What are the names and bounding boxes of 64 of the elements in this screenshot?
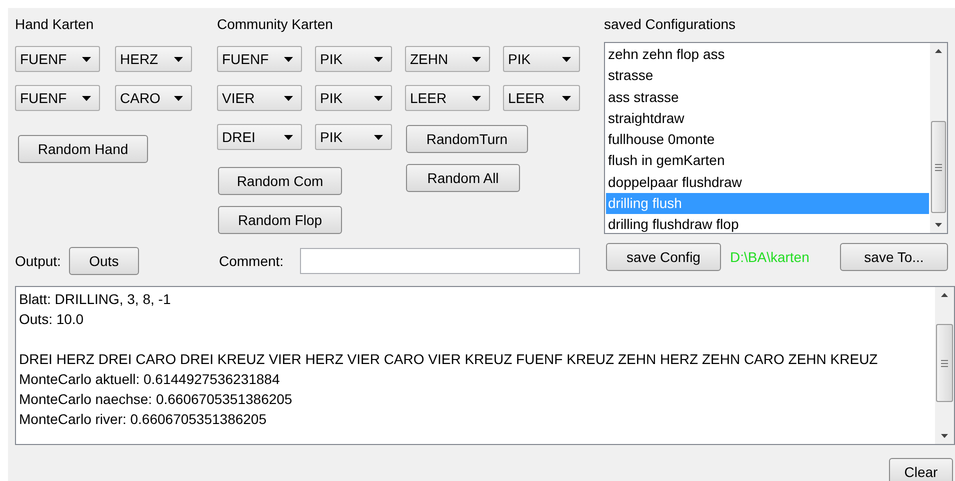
dropdown[interactable]: PIK — [503, 46, 580, 72]
random-button[interactable]: RandomTurn — [406, 125, 528, 153]
output-text: Blatt: DRILLING, 3, 8, -1 Outs: 10.0 DREI HERZ DREI CARO DREI KREUZ VIER HERZ VIER CARO VIER KREUZ FUENF KREUZ ZEHN HERZ ZEHN CARO ZEHN KREUZ MonteCarlo aktuell: 0.6144927536231884 MonteCarlo naechse: 0.6606705351386205 MonteCarlo river: 0.6606705351386205 — [18, 290, 879, 429]
path-label: D:\BA\karten — [730, 249, 810, 265]
caret-icon — [174, 96, 183, 100]
dropdown[interactable]: HERZ — [115, 46, 192, 72]
scroll-up-icon — [941, 293, 948, 297]
list-item[interactable]: straightdraw — [606, 108, 929, 130]
scrollbar[interactable] — [930, 43, 947, 233]
scroll-thumb[interactable] — [931, 121, 946, 213]
scrollbar[interactable] — [935, 287, 954, 444]
grip-icon — [935, 164, 942, 170]
section-label: Hand Karten — [15, 15, 95, 33]
list-item[interactable]: zehn zehn flop ass — [606, 44, 929, 66]
clear-button[interactable]: Clear — [889, 458, 953, 481]
scroll-down-icon — [941, 434, 948, 438]
outs-button[interactable]: Outs — [68, 247, 139, 275]
output-label: Output: — [15, 252, 61, 270]
dropdown[interactable]: LEER — [405, 85, 490, 111]
caret-icon — [82, 96, 91, 100]
dropdown[interactable]: DREI — [217, 124, 302, 150]
section-label: Community Karten — [217, 15, 334, 33]
list-item[interactable]: doppelpaar flushdraw — [606, 172, 929, 194]
caret-icon — [374, 96, 383, 100]
caret-icon — [374, 56, 383, 62]
caret-icon — [284, 56, 293, 62]
scroll-thumb[interactable] — [936, 324, 953, 402]
random-hand-button[interactable]: Random Hand — [18, 135, 148, 163]
caret-icon — [562, 56, 571, 62]
save-config-button[interactable]: save Config — [606, 243, 721, 271]
scroll-down-icon — [935, 223, 942, 227]
comment-field[interactable] — [300, 248, 580, 274]
list-item[interactable]: flush in gemKarten — [606, 150, 929, 172]
dropdown[interactable]: ZEHN — [405, 46, 490, 72]
caret-icon — [472, 56, 481, 62]
random-button[interactable]: Random Com — [218, 167, 342, 195]
dropdown[interactable]: PIK — [315, 85, 392, 111]
random-button[interactable]: Random Flop — [218, 206, 342, 234]
grip-icon — [941, 360, 948, 366]
dropdown[interactable]: FUENF — [15, 85, 100, 111]
dropdown[interactable]: CARO — [115, 85, 192, 111]
caret-icon — [562, 96, 571, 100]
save-to-button[interactable]: save To... — [840, 243, 948, 271]
list-item[interactable]: strasse — [606, 65, 929, 87]
dropdown[interactable]: LEER — [503, 85, 580, 111]
list-item[interactable]: fullhouse 0monte — [606, 129, 929, 150]
caret-icon — [82, 56, 91, 62]
caret-icon — [284, 134, 293, 140]
dropdown[interactable]: FUENF — [15, 46, 100, 72]
dropdown[interactable]: VIER — [217, 85, 302, 111]
caret-icon — [374, 134, 383, 140]
comment-label: Comment: — [219, 252, 284, 270]
list-item[interactable]: ass strasse — [606, 86, 929, 108]
random-button[interactable]: Random All — [406, 164, 520, 192]
caret-icon — [284, 96, 293, 100]
output-area[interactable] — [15, 286, 955, 445]
dropdown[interactable]: PIK — [315, 124, 392, 150]
scroll-up-icon — [935, 49, 942, 53]
dropdown[interactable]: FUENF — [217, 46, 302, 72]
list-item[interactable]: drilling flushdraw flop — [606, 214, 929, 233]
caret-icon — [174, 56, 183, 62]
section-label: saved Configurations — [604, 15, 737, 33]
dropdown[interactable]: PIK — [315, 46, 392, 72]
caret-icon — [472, 96, 481, 100]
